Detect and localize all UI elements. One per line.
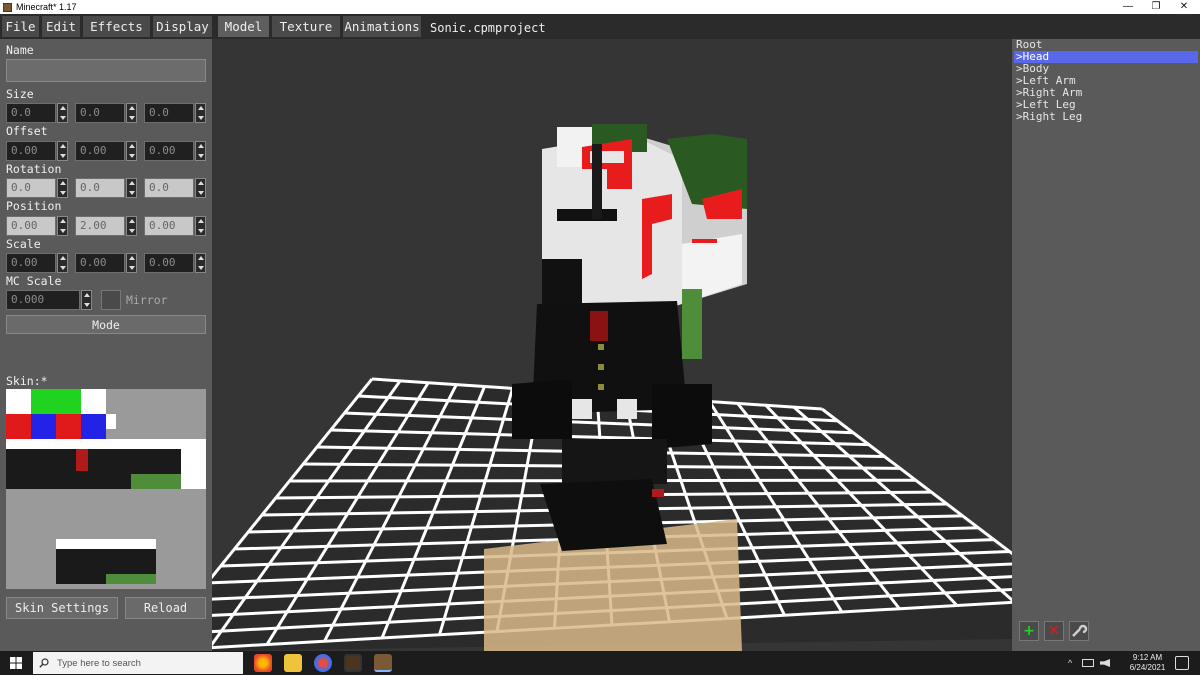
file-explorer-icon[interactable] — [284, 654, 302, 672]
menu-display[interactable]: Display — [153, 16, 212, 37]
mcscale-stepper[interactable] — [81, 290, 92, 310]
minecraft-taskbar-icon[interactable] — [374, 654, 392, 672]
scale-y-stepper[interactable] — [126, 253, 137, 273]
name-input[interactable] — [6, 59, 206, 82]
skin-label: Skin:* — [6, 374, 48, 388]
offset-y-field[interactable]: 0.00 — [75, 141, 125, 161]
taskbar-clock[interactable]: 9:12 AM 6/24/2021 — [1125, 653, 1170, 673]
windows-start-icon[interactable] — [10, 657, 22, 669]
viewport-canvas — [212, 124, 1012, 651]
skin-settings-button[interactable]: Skin Settings — [6, 597, 118, 619]
wrench-icon — [1072, 624, 1088, 637]
window-title: Minecraft* 1.17 — [16, 2, 77, 12]
scale-x-field[interactable]: 0.00 — [6, 253, 56, 273]
mcscale-label: MC Scale — [6, 274, 62, 288]
skin-texture-image — [6, 389, 206, 589]
mcscale-field[interactable]: 0.000 — [6, 290, 80, 310]
clock-date: 6/24/2021 — [1129, 663, 1166, 672]
tab-model[interactable]: Model — [218, 16, 269, 37]
rotation-z-stepper[interactable] — [195, 178, 206, 198]
add-part-button[interactable]: + — [1019, 621, 1039, 641]
offset-y-stepper[interactable] — [126, 141, 137, 161]
position-x-stepper[interactable] — [57, 216, 68, 236]
delete-part-button[interactable]: ✕ — [1044, 621, 1064, 641]
position-z-field[interactable]: 0.00 — [144, 216, 194, 236]
network-icon[interactable] — [1082, 659, 1094, 667]
size-z-field[interactable]: 0.0 — [144, 103, 194, 123]
size-z-stepper[interactable] — [195, 103, 206, 123]
size-y-stepper[interactable] — [126, 103, 137, 123]
position-z-stepper[interactable] — [195, 216, 206, 236]
menu-effects[interactable]: Effects — [83, 16, 150, 37]
rotation-y-stepper[interactable] — [126, 178, 137, 198]
close-button[interactable]: ✕ — [1170, 0, 1198, 14]
tab-texture[interactable]: Texture — [272, 16, 340, 37]
chrome-icon[interactable] — [314, 654, 332, 672]
search-icon — [39, 658, 49, 668]
scale-z-stepper[interactable] — [195, 253, 206, 273]
tree-expander: > — [1016, 110, 1023, 123]
position-y-stepper[interactable] — [126, 216, 137, 236]
reload-button[interactable]: Reload — [125, 597, 206, 619]
scale-z-field[interactable]: 0.00 — [144, 253, 194, 273]
skin-texture-preview[interactable] — [6, 389, 206, 589]
size-y-field[interactable]: 0.0 — [75, 103, 125, 123]
model-tree-panel: Root >Head >Body >Left Arm >Right Arm >L… — [1012, 39, 1200, 651]
properties-panel: Name Size 0.0 0.0 0.0 Offset 0.00 0.00 0… — [0, 39, 212, 651]
project-name: Sonic.cpmproject — [430, 21, 546, 35]
minimize-button[interactable]: — — [1114, 0, 1142, 14]
scale-label: Scale — [6, 237, 41, 251]
search-placeholder: Type here to search — [57, 657, 141, 669]
notifications-icon[interactable] — [1175, 656, 1189, 670]
menu-edit[interactable]: Edit — [42, 16, 80, 37]
offset-z-field[interactable]: 0.00 — [144, 141, 194, 161]
mirror-checkbox[interactable] — [101, 290, 121, 310]
offset-x-field[interactable]: 0.00 — [6, 141, 56, 161]
windows-taskbar: Type here to search ^ 9:12 AM 6/24/2021 — [0, 651, 1200, 675]
minecraft-icon — [3, 2, 12, 12]
position-label: Position — [6, 199, 62, 213]
mirror-label: Mirror — [126, 293, 168, 307]
firefox-icon[interactable] — [254, 654, 272, 672]
position-y-field[interactable]: 2.00 — [75, 216, 125, 236]
rotation-x-field[interactable]: 0.0 — [6, 178, 56, 198]
rotation-y-field[interactable]: 0.0 — [75, 178, 125, 198]
tree-item-label: Right Leg — [1022, 110, 1083, 123]
window-titlebar: Minecraft* 1.17 — ❐ ✕ — [0, 0, 1200, 14]
settings-button[interactable] — [1069, 621, 1089, 641]
offset-x-stepper[interactable] — [57, 141, 68, 161]
clock-time: 9:12 AM — [1132, 653, 1163, 662]
menu-file[interactable]: File — [2, 16, 39, 37]
tray-overflow-icon[interactable]: ^ — [1068, 658, 1072, 668]
offset-z-stepper[interactable] — [195, 141, 206, 161]
volume-icon[interactable] — [1100, 659, 1110, 667]
launcher-icon[interactable] — [344, 654, 362, 672]
maximize-button[interactable]: ❐ — [1142, 0, 1170, 14]
scale-y-field[interactable]: 0.00 — [75, 253, 125, 273]
size-x-stepper[interactable] — [57, 103, 68, 123]
position-x-field[interactable]: 0.00 — [6, 216, 56, 236]
menu-bar: File Edit Effects Display Model Texture … — [0, 14, 1200, 39]
tree-item-right-leg[interactable]: >Right Leg — [1014, 111, 1198, 123]
offset-label: Offset — [6, 124, 48, 138]
rotation-x-stepper[interactable] — [57, 178, 68, 198]
scale-x-stepper[interactable] — [57, 253, 68, 273]
rotation-z-field[interactable]: 0.0 — [144, 178, 194, 198]
tab-animations[interactable]: Animations — [343, 16, 421, 37]
name-label: Name — [6, 43, 34, 57]
mode-button[interactable]: Mode — [6, 315, 206, 334]
size-x-field[interactable]: 0.0 — [6, 103, 56, 123]
model-viewport[interactable] — [212, 39, 1012, 651]
taskbar-search[interactable]: Type here to search — [33, 652, 243, 674]
size-label: Size — [6, 87, 34, 101]
rotation-label: Rotation — [6, 162, 62, 176]
